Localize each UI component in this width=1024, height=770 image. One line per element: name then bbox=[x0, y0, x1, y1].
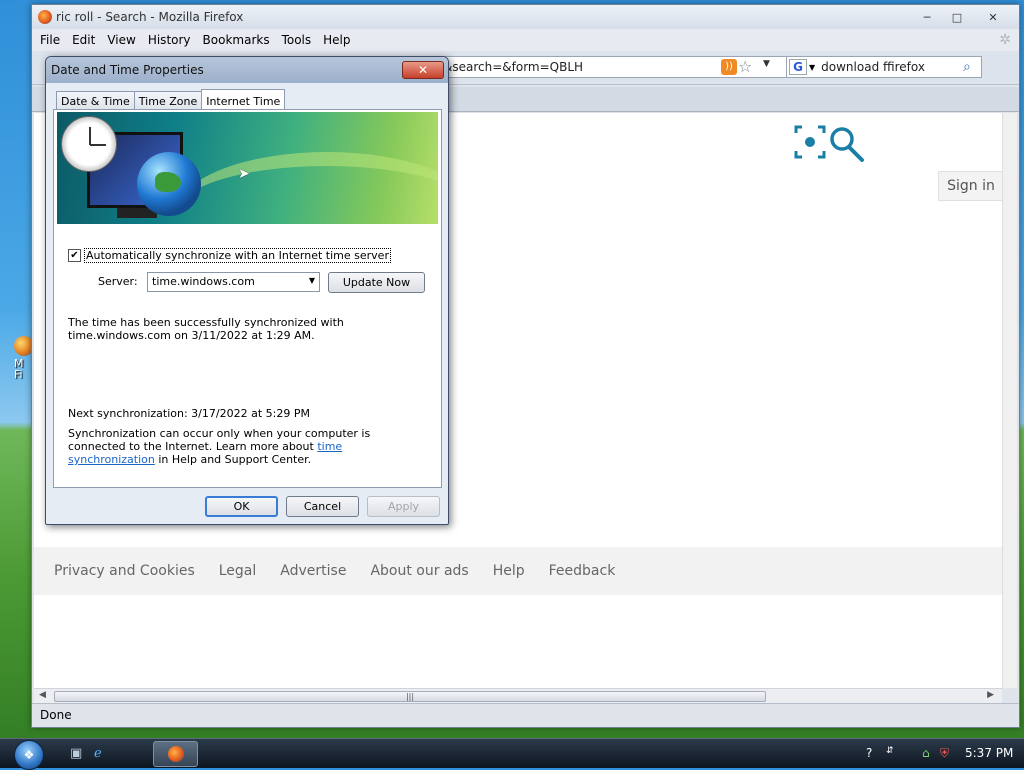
date-time-dialog: Date and Time Properties ✕ Date & Time T… bbox=[45, 56, 449, 525]
menu-file[interactable]: File bbox=[40, 33, 60, 47]
help-icon[interactable]: ? bbox=[866, 746, 872, 760]
menu-edit[interactable]: Edit bbox=[72, 33, 95, 47]
search-bar[interactable]: G ▼ download ffirefox ⌕ bbox=[786, 56, 982, 78]
server-value: time.windows.com bbox=[152, 275, 255, 288]
ok-button[interactable]: OK bbox=[205, 496, 278, 517]
engine-dropdown-icon[interactable]: ▼ bbox=[809, 63, 815, 72]
cancel-button[interactable]: Cancel bbox=[286, 496, 359, 517]
internet-time-panel: ➤ ✔ Automatically synchronize with an In… bbox=[53, 109, 442, 488]
menu-tools[interactable]: Tools bbox=[282, 33, 312, 47]
dialog-tabs: Date & Time Time Zone Internet Time bbox=[56, 89, 286, 112]
page-footer: Privacy and Cookies Legal Advertise Abou… bbox=[34, 547, 1004, 595]
close-button[interactable]: ✕ bbox=[973, 9, 1013, 25]
scroll-right-icon[interactable]: ▶ bbox=[987, 690, 994, 700]
throbber-icon: ✲ bbox=[999, 32, 1011, 48]
search-input[interactable]: download ffirefox bbox=[821, 60, 963, 74]
bookmark-star-icon[interactable]: ☆ bbox=[738, 57, 752, 76]
rss-icon[interactable]: )) bbox=[721, 59, 737, 75]
firefox-icon bbox=[167, 746, 184, 762]
url-dropdown-icon[interactable]: ▼ bbox=[763, 59, 770, 69]
start-button[interactable]: ❖ bbox=[14, 740, 44, 770]
dialog-title: Date and Time Properties bbox=[51, 63, 204, 77]
taskbar-clock[interactable]: 5:37 PM bbox=[965, 746, 1013, 760]
dialog-titlebar[interactable]: Date and Time Properties ✕ bbox=[46, 57, 448, 83]
bing-visual-search-icon[interactable] bbox=[792, 123, 868, 163]
footer-link-advertise[interactable]: Advertise bbox=[280, 563, 346, 579]
footer-link-feedback[interactable]: Feedback bbox=[549, 563, 616, 579]
update-now-button[interactable]: Update Now bbox=[328, 272, 425, 293]
menu-bookmarks[interactable]: Bookmarks bbox=[203, 33, 270, 47]
apply-button[interactable]: Apply bbox=[367, 496, 440, 517]
auto-sync-label[interactable]: Automatically synchronize with an Intern… bbox=[84, 248, 391, 263]
taskbar: ❖ ▣ ℯ ? ⇵ ⌂ ⛨ 5:37 PM bbox=[0, 738, 1024, 770]
vertical-scrollbar[interactable] bbox=[1002, 113, 1017, 688]
internet-explorer-icon[interactable]: ℯ bbox=[94, 746, 110, 762]
internet-time-banner: ➤ bbox=[57, 112, 438, 224]
footer-link-help[interactable]: Help bbox=[493, 563, 525, 579]
menubar: File Edit View History Bookmarks Tools H… bbox=[32, 29, 1019, 51]
menu-history[interactable]: History bbox=[148, 33, 191, 47]
tab-date-time[interactable]: Date & Time bbox=[56, 91, 135, 111]
window-title: ric roll - Search - Mozilla Firefox bbox=[56, 10, 244, 24]
tray-arrows-icon[interactable]: ⇵ bbox=[886, 746, 894, 756]
tab-time-zone[interactable]: Time Zone bbox=[133, 91, 203, 111]
sync-note: Synchronization can occur only when your… bbox=[68, 427, 428, 466]
status-bar: Done bbox=[32, 703, 1019, 727]
mouse-cursor-icon: ➤ bbox=[238, 166, 250, 182]
dialog-close-button[interactable]: ✕ bbox=[402, 61, 444, 79]
network-icon[interactable]: ⌂ bbox=[922, 746, 930, 760]
status-text: Done bbox=[40, 708, 72, 722]
taskbar-firefox-button[interactable] bbox=[153, 741, 198, 767]
footer-link-legal[interactable]: Legal bbox=[219, 563, 257, 579]
auto-sync-row[interactable]: ✔ Automatically synchronize with an Inte… bbox=[68, 248, 391, 263]
menu-help[interactable]: Help bbox=[323, 33, 350, 47]
clock-icon bbox=[61, 116, 117, 172]
minimize-button[interactable]: ─ bbox=[913, 9, 941, 25]
sign-in-button[interactable]: Sign in bbox=[938, 171, 1004, 201]
firefox-titlebar[interactable]: ric roll - Search - Mozilla Firefox ─ □ … bbox=[32, 5, 1019, 29]
scrollbar-thumb[interactable]: ||| bbox=[54, 691, 766, 702]
auto-sync-checkbox[interactable]: ✔ bbox=[68, 249, 81, 262]
footer-link-privacy[interactable]: Privacy and Cookies bbox=[54, 563, 195, 579]
security-shield-icon[interactable]: ⛨ bbox=[940, 746, 949, 761]
firefox-logo-icon bbox=[38, 10, 52, 24]
globe-icon bbox=[137, 152, 201, 216]
footer-link-about-ads[interactable]: About our ads bbox=[370, 563, 468, 579]
server-select[interactable]: time.windows.com ▼ bbox=[147, 272, 320, 292]
search-icon[interactable]: ⌕ bbox=[963, 59, 981, 75]
server-label: Server: bbox=[98, 275, 138, 288]
horizontal-scrollbar[interactable]: ◀ ||| ▶ bbox=[34, 688, 1002, 703]
show-desktop-icon[interactable]: ▣ bbox=[70, 746, 86, 762]
scroll-left-icon[interactable]: ◀ bbox=[39, 690, 46, 700]
maximize-button[interactable]: □ bbox=[943, 9, 971, 25]
note-suffix: in Help and Support Center. bbox=[154, 453, 312, 466]
google-engine-icon[interactable]: G bbox=[789, 59, 807, 75]
chevron-down-icon[interactable]: ▼ bbox=[309, 276, 315, 285]
menu-view[interactable]: View bbox=[107, 33, 135, 47]
sync-status-message: The time has been successfully synchroni… bbox=[68, 316, 344, 342]
next-sync-text: Next synchronization: 3/17/2022 at 5:29 … bbox=[68, 407, 310, 420]
